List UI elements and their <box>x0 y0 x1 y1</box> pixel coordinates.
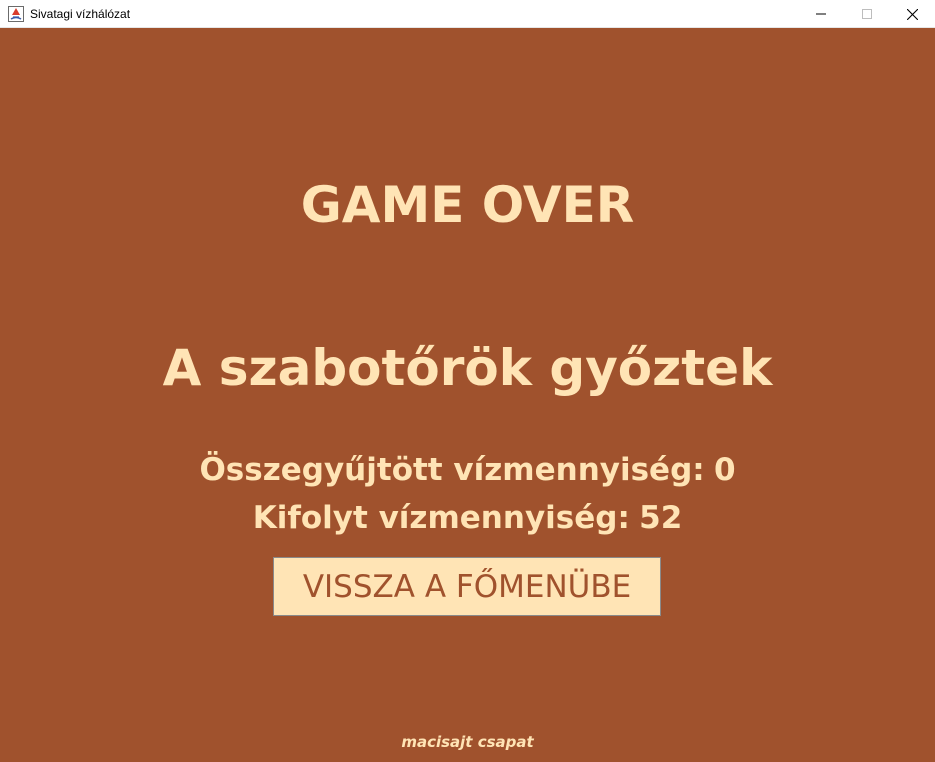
close-button[interactable] <box>889 0 935 28</box>
leaked-water-value: 52 <box>639 500 683 536</box>
winner-message: A szabotőrök győztek <box>162 339 773 397</box>
leaked-water-label: Kifolyt vízmennyiség: <box>252 500 630 536</box>
java-app-icon <box>8 6 24 22</box>
title-bar[interactable]: Sivatagi vízhálózat <box>0 0 935 28</box>
game-window: Sivatagi vízhálózat GAME OVER A szabotőr… <box>0 0 935 762</box>
close-icon <box>906 8 918 20</box>
minimize-icon <box>816 13 826 15</box>
window-title: Sivatagi vízhálózat <box>30 7 131 21</box>
collected-water-stat: Összegyűjtött vízmennyiség: 0 <box>0 450 935 490</box>
maximize-icon <box>862 9 872 19</box>
maximize-button[interactable] <box>844 0 890 28</box>
credits-text: macisajt csapat <box>401 733 534 751</box>
minimize-button[interactable] <box>798 0 844 28</box>
game-over-title: GAME OVER <box>300 176 635 234</box>
collected-water-value: 0 <box>713 452 736 488</box>
leaked-water-stat: Kifolyt vízmennyiség: 52 <box>0 498 935 538</box>
game-over-panel: GAME OVER A szabotőrök győztek Összegyűj… <box>0 28 935 762</box>
collected-water-label: Összegyűjtött vízmennyiség: <box>199 452 705 488</box>
back-to-main-menu-button[interactable]: VISSZA A FŐMENÜBE <box>273 557 661 616</box>
